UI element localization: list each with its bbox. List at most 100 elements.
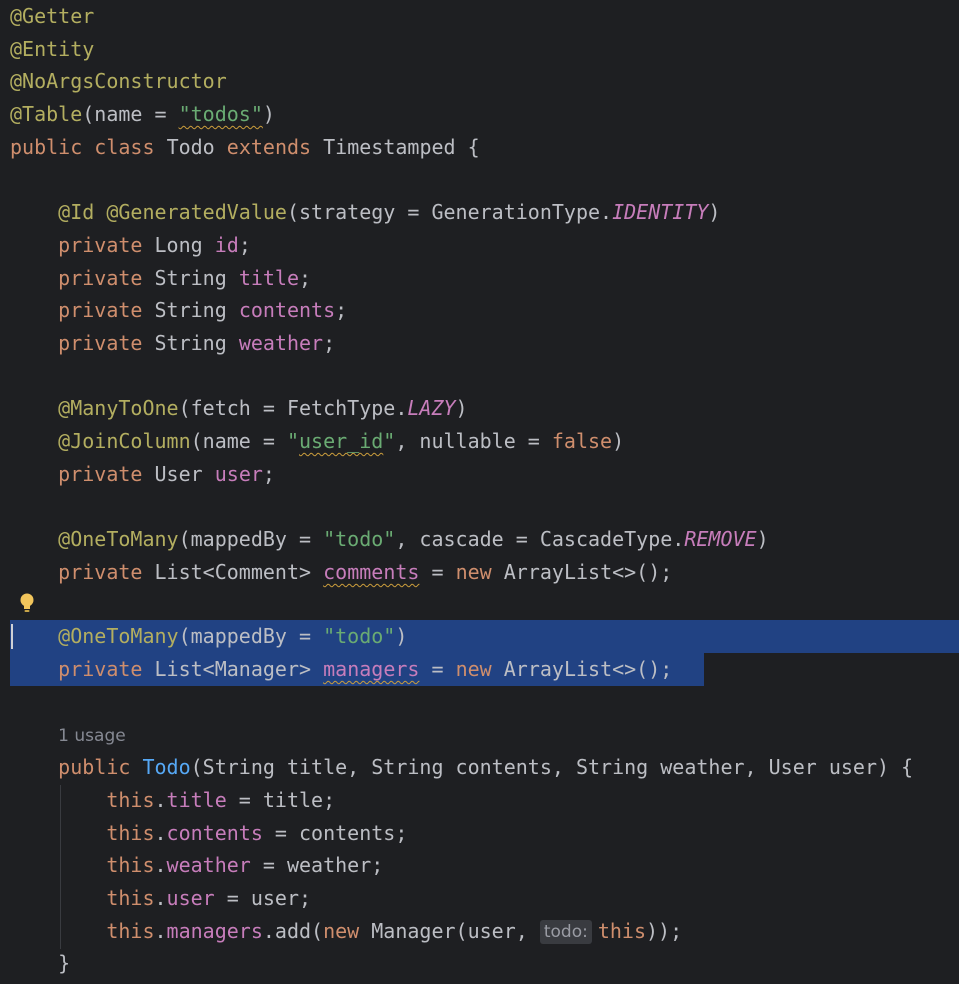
parameter-name-hint: todo: bbox=[539, 919, 592, 944]
keyword: private bbox=[58, 232, 143, 257]
keyword: new bbox=[455, 657, 492, 681]
type-name: Long bbox=[154, 232, 203, 257]
code-line[interactable]: public Todo(String title, String content… bbox=[0, 751, 959, 784]
string-quote: " bbox=[383, 429, 396, 454]
annotation-getter: @Getter bbox=[10, 4, 95, 28]
keyword: private bbox=[58, 657, 143, 681]
code-line[interactable]: this.user = user; bbox=[0, 882, 959, 915]
code-line[interactable]: @Entity bbox=[0, 33, 959, 66]
keyword: private bbox=[58, 298, 143, 323]
code-text: . bbox=[154, 787, 167, 812]
keyword: false bbox=[551, 429, 613, 454]
enum-constant: IDENTITY bbox=[612, 200, 709, 225]
code-text: (name = bbox=[82, 102, 179, 127]
keyword: this bbox=[597, 918, 647, 943]
code-text: ; bbox=[238, 232, 251, 257]
string-literal: user_id bbox=[299, 429, 384, 454]
code-line[interactable]: @OneToMany(mappedBy = "todo", cascade = … bbox=[0, 523, 959, 556]
code-line[interactable]: this.contents = contents; bbox=[0, 817, 959, 850]
keyword: private bbox=[58, 461, 143, 486]
keyword: new bbox=[455, 559, 492, 584]
closing-brace: } bbox=[58, 951, 71, 976]
code-line[interactable]: private List<Comment> comments = new Arr… bbox=[0, 556, 959, 589]
keyword: extends bbox=[226, 134, 312, 159]
code-text: ArrayList<>(); bbox=[503, 559, 673, 584]
field-name: weather bbox=[166, 853, 251, 878]
code-text: = bbox=[419, 657, 456, 681]
code-line[interactable]: @NoArgsConstructor bbox=[0, 65, 959, 98]
annotation-entity: @Entity bbox=[10, 36, 95, 61]
code-line[interactable]: this.managers.add(new Manager(user, todo… bbox=[0, 915, 959, 948]
annotation-generated-value: @GeneratedValue bbox=[106, 200, 287, 225]
code-editor[interactable]: @Getter @Entity @NoArgsConstructor @Tabl… bbox=[0, 0, 959, 984]
code-text: Manager(user, bbox=[359, 918, 540, 943]
lightbulb-icon[interactable] bbox=[18, 592, 36, 614]
code-line-selected[interactable]: private List<Manager> managers = new Arr… bbox=[0, 653, 959, 686]
code-line[interactable]: this.weather = weather; bbox=[0, 849, 959, 882]
code-line[interactable]: @Table(name = "todos") bbox=[0, 98, 959, 131]
code-line[interactable]: private User user; bbox=[0, 458, 959, 491]
code-line[interactable]: this.title = title; bbox=[0, 784, 959, 817]
usage-hint-line[interactable]: 1 usage bbox=[0, 718, 959, 751]
code-text: = user; bbox=[214, 885, 312, 910]
keyword: private bbox=[58, 331, 143, 355]
field-name: user bbox=[166, 885, 215, 910]
field-name: managers bbox=[166, 918, 263, 943]
annotation-id: @Id bbox=[58, 200, 95, 225]
type-name: String bbox=[154, 265, 227, 290]
code-text: (String title, String contents, String w… bbox=[190, 755, 914, 780]
code-text: ) bbox=[262, 102, 275, 127]
code-text: (mappedBy = bbox=[178, 624, 324, 649]
code-text: , cascade = CascadeType. bbox=[395, 527, 685, 552]
code-text: (name = bbox=[190, 429, 287, 454]
type-name: User bbox=[154, 461, 203, 486]
keyword: this bbox=[106, 918, 155, 943]
code-text: = bbox=[419, 559, 456, 584]
code-line[interactable]: private String weather; bbox=[0, 327, 959, 360]
type-name: List<Comment> bbox=[154, 559, 312, 584]
code-line[interactable]: @ManyToOne(fetch = FetchType.LAZY) bbox=[0, 392, 959, 425]
annotation-join-column: @JoinColumn bbox=[58, 429, 191, 454]
field-name: weather bbox=[238, 331, 324, 355]
field-name: user bbox=[214, 461, 263, 486]
string-literal: "todos" bbox=[178, 102, 263, 127]
keyword: new bbox=[323, 918, 360, 943]
code-text: . bbox=[154, 820, 167, 845]
code-text: = weather; bbox=[250, 853, 384, 878]
code-text: . bbox=[154, 885, 167, 910]
field-name: managers bbox=[323, 657, 420, 681]
keyword: this bbox=[106, 885, 155, 910]
enum-constant: LAZY bbox=[407, 396, 456, 421]
type-name: List<Manager> bbox=[154, 657, 312, 681]
field-name: id bbox=[214, 232, 239, 257]
code-line-selected[interactable]: @OneToMany(mappedBy = "todo") bbox=[0, 620, 959, 653]
code-text: ) bbox=[756, 527, 769, 552]
code-line[interactable]: private Long id; bbox=[0, 229, 959, 262]
keyword: private bbox=[58, 559, 143, 584]
code-line[interactable]: private String contents; bbox=[0, 294, 959, 327]
annotation-one-to-many: @OneToMany bbox=[58, 624, 179, 649]
code-text: . bbox=[154, 918, 167, 943]
keyword: this bbox=[106, 853, 155, 878]
field-name: contents bbox=[166, 820, 263, 845]
code-text: . bbox=[154, 853, 167, 878]
code-line[interactable]: @Getter bbox=[0, 0, 959, 33]
usage-count-hint[interactable]: 1 usage bbox=[58, 726, 126, 746]
code-line[interactable]: @Id @GeneratedValue(strategy = Generatio… bbox=[0, 196, 959, 229]
keyword: public bbox=[10, 134, 83, 159]
code-line[interactable]: @JoinColumn(name = "user_id", nullable =… bbox=[0, 425, 959, 458]
keyword: this bbox=[106, 787, 155, 812]
code-text: ) bbox=[612, 429, 625, 454]
code-text: ArrayList<>(); bbox=[503, 657, 673, 681]
annotation-table: @Table bbox=[10, 102, 83, 127]
code-line[interactable]: private String title; bbox=[0, 262, 959, 295]
class-name: Todo bbox=[166, 134, 215, 159]
code-text: )); bbox=[646, 918, 683, 943]
code-text: ) bbox=[395, 624, 408, 649]
annotation-noargs: @NoArgsConstructor bbox=[10, 69, 227, 94]
code-text: , nullable = bbox=[395, 429, 552, 454]
code-line[interactable]: } bbox=[0, 947, 959, 980]
code-text: Timestamped { bbox=[323, 134, 480, 159]
code-line[interactable]: public class Todo extends Timestamped { bbox=[0, 131, 959, 164]
type-name: String bbox=[154, 298, 227, 323]
